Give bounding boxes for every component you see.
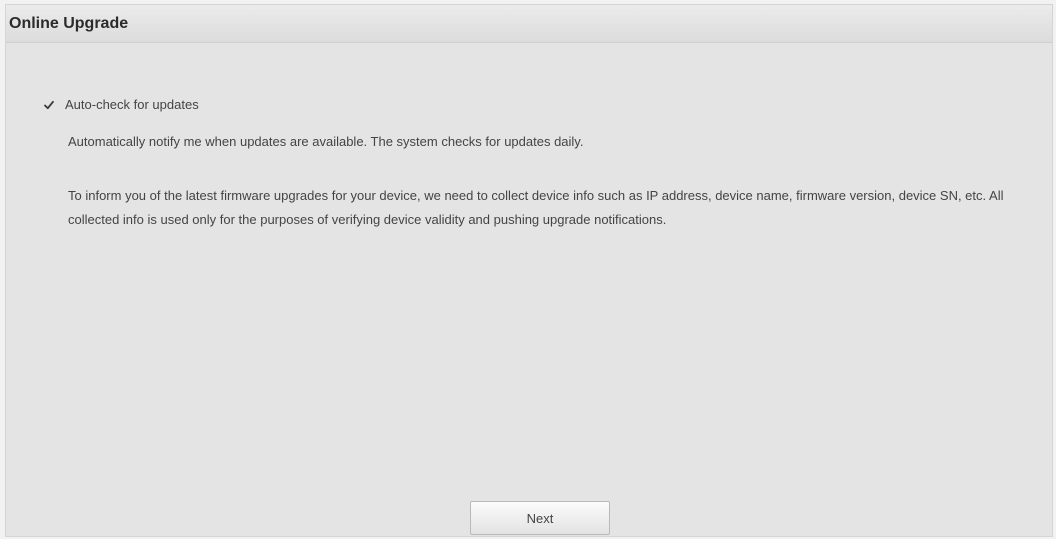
dialog-title: Online Upgrade bbox=[9, 14, 129, 32]
dialog-titlebar: Online Upgrade bbox=[6, 5, 1052, 43]
update-notification-note: Automatically notify me when updates are… bbox=[68, 134, 584, 149]
auto-check-label: Auto-check for updates bbox=[65, 97, 199, 112]
checkmark-icon bbox=[44, 100, 54, 109]
next-button[interactable]: Next bbox=[470, 501, 610, 535]
dialog-body: Auto-check for updates Automatically not… bbox=[6, 43, 1052, 536]
auto-check-checkbox[interactable] bbox=[42, 98, 56, 112]
online-upgrade-dialog: Online Upgrade Auto-check for updates Au… bbox=[5, 4, 1053, 537]
auto-check-option[interactable]: Auto-check for updates bbox=[42, 97, 199, 112]
privacy-notice: To inform you of the latest firmware upg… bbox=[68, 188, 1004, 227]
